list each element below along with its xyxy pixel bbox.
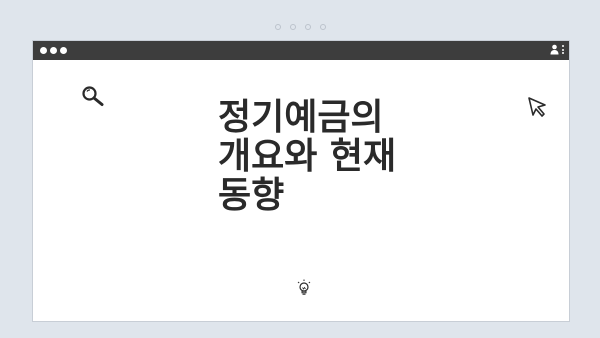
kebab-menu-icon <box>562 45 564 54</box>
headline-line-2: 개요와 현재 <box>218 136 397 177</box>
titlebar-actions <box>550 44 564 55</box>
headline: 정기예금의 개요와 현재 동향 <box>218 98 478 215</box>
window-dot <box>40 47 47 54</box>
window-dot <box>50 47 57 54</box>
pager-dots <box>0 24 600 30</box>
illustration-canvas: 정기예금의 개요와 현재 동향 <box>0 0 600 338</box>
window-titlebar <box>33 41 569 60</box>
user-icon <box>550 44 559 55</box>
pager-dot <box>289 24 296 30</box>
headline-line-1: 정기예금의 <box>218 97 384 138</box>
window-dot <box>60 47 67 54</box>
pager-dot <box>274 24 281 30</box>
lightbulb-icon <box>297 279 311 301</box>
pager-dot <box>319 24 326 30</box>
pager-dot <box>304 24 311 30</box>
cursor-arrow-icon <box>527 96 549 122</box>
magnifier-icon <box>81 85 105 111</box>
headline-line-3: 동향 <box>218 175 285 216</box>
window-controls <box>40 47 67 54</box>
browser-window: 정기예금의 개요와 현재 동향 <box>32 40 570 322</box>
